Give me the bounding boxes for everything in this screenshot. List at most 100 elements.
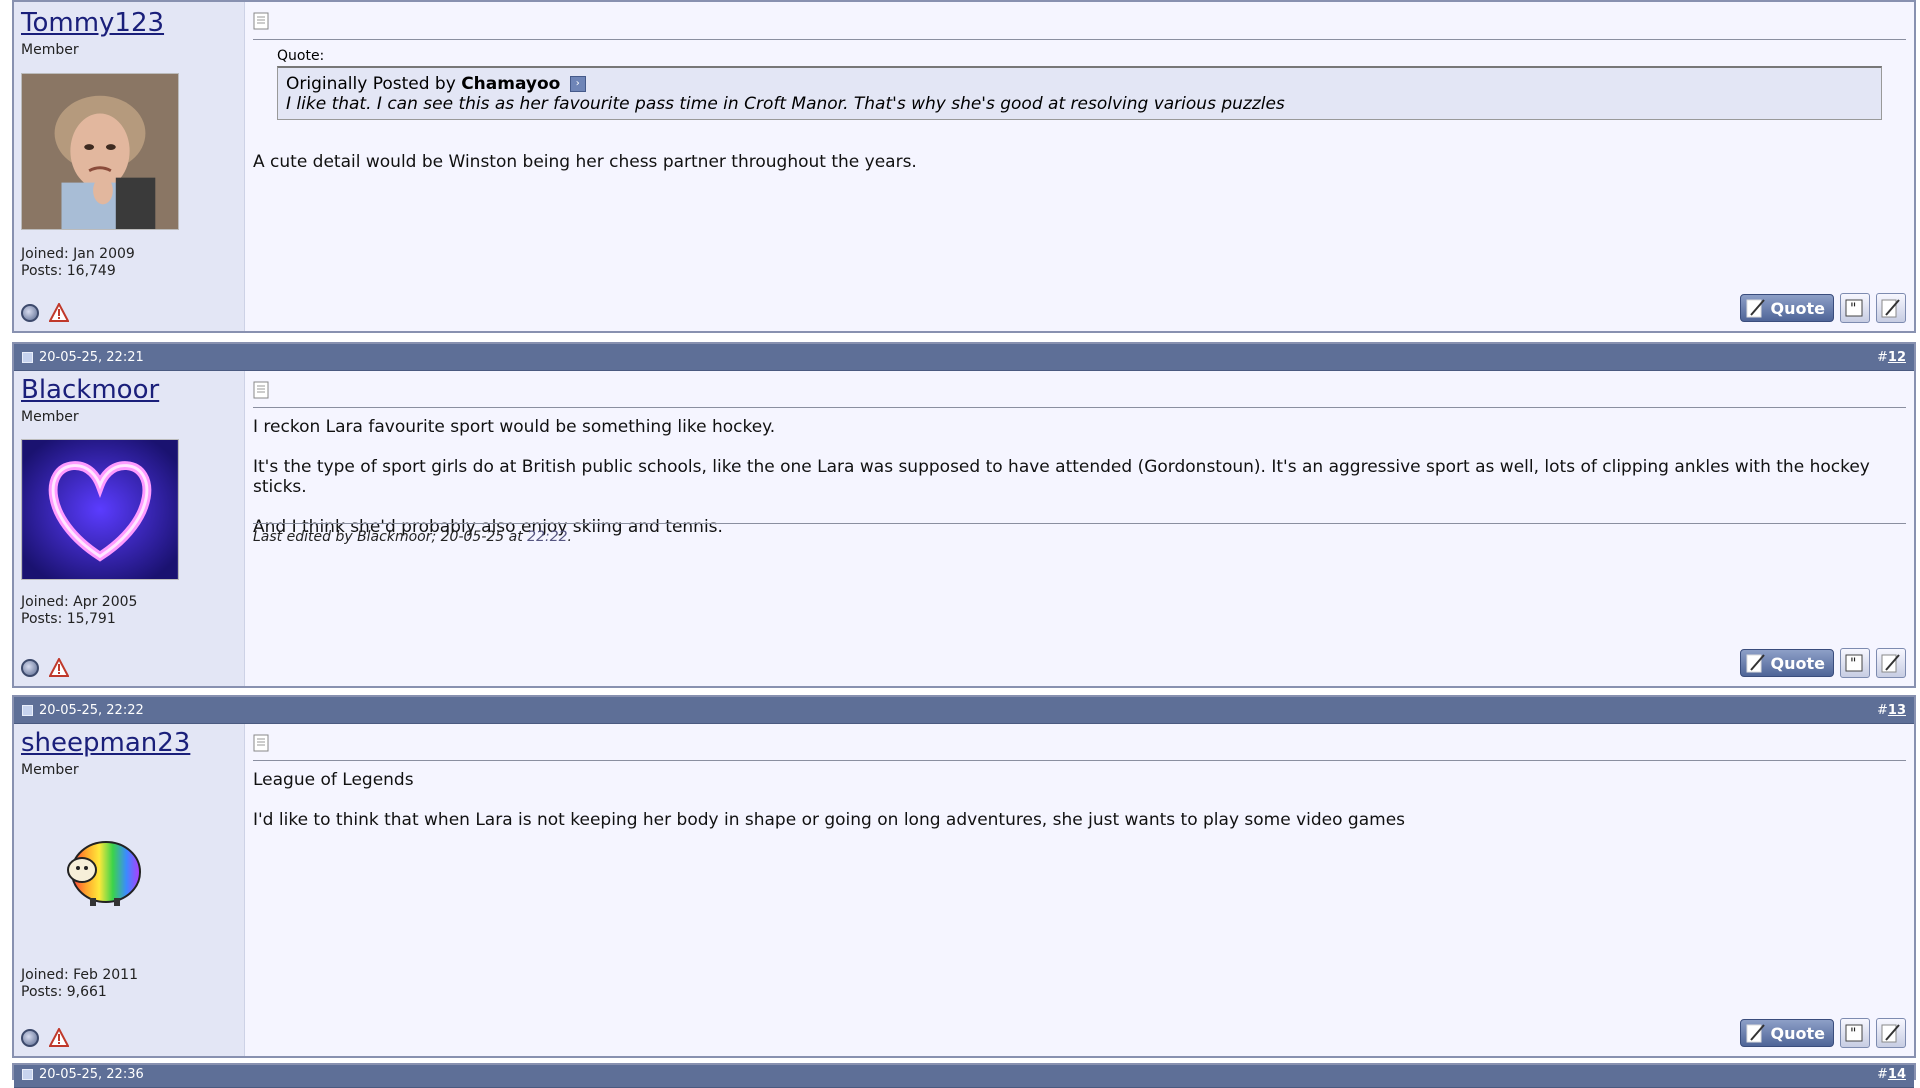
- username-link[interactable]: Tommy123: [21, 8, 164, 38]
- report-post-icon[interactable]: [49, 303, 69, 323]
- online-status-icon: [21, 304, 39, 322]
- quote-icon: [1746, 1024, 1765, 1043]
- user-stats: Joined: Feb 2011 Posts: 9,661: [21, 967, 138, 1001]
- quote-icon: [1746, 654, 1765, 673]
- post-14: 20-05-25, 22:36 #14: [12, 1063, 1916, 1088]
- multi-quote-icon: ": [1845, 299, 1863, 317]
- quote-button[interactable]: Quote: [1739, 649, 1834, 677]
- username-link[interactable]: sheepman23: [21, 728, 190, 758]
- report-post-icon[interactable]: [49, 658, 69, 678]
- post-header: 20-05-25, 22:22 #13: [14, 697, 1914, 724]
- multi-quote-button[interactable]: ": [1840, 293, 1870, 323]
- paragraph: League of Legends: [253, 770, 414, 790]
- quote-button[interactable]: Quote: [1739, 294, 1834, 322]
- message-column: I reckon Lara favourite sport would be s…: [245, 371, 1914, 686]
- quick-reply-button[interactable]: [1876, 1018, 1906, 1048]
- online-status-icon: [21, 659, 39, 677]
- message-column: League of Legends I'd like to think that…: [245, 724, 1914, 1056]
- avatar[interactable]: [21, 73, 179, 230]
- user-role: Member: [21, 42, 79, 58]
- user-icons: [21, 303, 69, 323]
- quote-origin-prefix: Originally Posted by: [286, 74, 456, 94]
- quote-block: Originally Posted by Chamayoo › I like t…: [277, 66, 1882, 120]
- quote-author: Chamayoo: [461, 74, 561, 94]
- avatar[interactable]: [21, 439, 179, 580]
- quote-button-label: Quote: [1770, 1023, 1825, 1043]
- multi-quote-button[interactable]: ": [1840, 648, 1870, 678]
- post-number-link[interactable]: 13: [1888, 703, 1906, 718]
- message-text: A cute detail would be Winston being her…: [253, 152, 1906, 192]
- title-separator: [253, 407, 1906, 408]
- user-stats: Joined: Apr 2005 Posts: 15,791: [21, 594, 137, 628]
- user-role: Member: [21, 762, 79, 778]
- post-header: 20-05-25, 22:36 #14: [14, 1065, 1914, 1088]
- post-count: Posts: 15,791: [21, 611, 116, 627]
- post-number: #12: [1877, 350, 1906, 365]
- edited-prefix: Last edited by Blackmoor; 20-05-25 at: [253, 529, 523, 545]
- quote-text: I like that. I can see this as her favou…: [286, 94, 1285, 114]
- document-icon: [253, 381, 269, 399]
- user-info: Tommy123 Member Joined: Jan 2009 Posts: …: [14, 2, 245, 331]
- post-date: 20-05-25, 22:21: [22, 350, 144, 365]
- post-count: Posts: 16,749: [21, 263, 116, 279]
- post-number: #13: [1877, 703, 1906, 718]
- paragraph: It's the type of sport girls do at Briti…: [253, 457, 1870, 497]
- post-13: 20-05-25, 22:22 #13 sheepman23 Member Jo…: [12, 695, 1916, 1058]
- last-edited-note: Last edited by Blackmoor; 20-05-25 at 22…: [253, 529, 572, 545]
- post-controls: Quote ": [1739, 293, 1906, 323]
- message-text: League of Legends I'd like to think that…: [253, 770, 1906, 850]
- post-controls: Quote ": [1739, 1018, 1906, 1048]
- quick-reply-icon: [1881, 654, 1900, 673]
- post-header: 20-05-25, 22:21 #12: [14, 344, 1914, 371]
- quick-reply-icon: [1881, 1024, 1900, 1043]
- user-stats: Joined: Jan 2009 Posts: 16,749: [21, 246, 135, 280]
- post-number-prefix: #: [1877, 350, 1888, 365]
- quote-button[interactable]: Quote: [1739, 1019, 1834, 1047]
- multi-quote-icon: ": [1845, 1024, 1863, 1042]
- quote-icon: [1746, 299, 1765, 318]
- quote-label: Quote:: [277, 48, 325, 64]
- avatar[interactable]: [64, 836, 142, 908]
- post-number-link[interactable]: 12: [1888, 350, 1906, 365]
- svg-text:": ": [1850, 301, 1856, 317]
- user-info: sheepman23 Member Joined: Feb 2011 Posts…: [14, 724, 245, 1056]
- quick-reply-button[interactable]: [1876, 648, 1906, 678]
- post-11: Tommy123 Member Joined: Jan 2009 Posts: …: [12, 0, 1916, 333]
- quick-reply-button[interactable]: [1876, 293, 1906, 323]
- post-number-prefix: #: [1877, 703, 1888, 718]
- quick-reply-icon: [1881, 299, 1900, 318]
- post-controls: Quote ": [1739, 648, 1906, 678]
- report-post-icon[interactable]: [49, 1028, 69, 1048]
- post-body: Tommy123 Member Joined: Jan 2009 Posts: …: [14, 2, 1914, 331]
- post-count: Posts: 9,661: [21, 984, 107, 1000]
- user-role: Member: [21, 409, 79, 425]
- edit-separator: [253, 523, 1906, 524]
- quote-button-label: Quote: [1770, 653, 1825, 673]
- joined-date: Joined: Feb 2011: [21, 967, 138, 983]
- username-link[interactable]: Blackmoor: [21, 375, 159, 405]
- multi-quote-button[interactable]: ": [1840, 1018, 1870, 1048]
- post-date-text: 20-05-25, 22:22: [39, 703, 144, 718]
- post-date-text: 20-05-25, 22:21: [39, 350, 144, 365]
- user-icons: [21, 1028, 69, 1048]
- multi-quote-icon: ": [1845, 654, 1863, 672]
- post-12: 20-05-25, 22:21 #12 Blackmoor Member Joi…: [12, 342, 1916, 688]
- document-icon: [253, 734, 269, 752]
- view-post-icon[interactable]: ›: [569, 76, 586, 92]
- online-status-icon: [21, 1029, 39, 1047]
- quote-button-label: Quote: [1770, 298, 1825, 318]
- message-column: Quote: Originally Posted by Chamayoo › I…: [245, 2, 1914, 331]
- document-icon: [253, 12, 269, 30]
- paragraph: I reckon Lara favourite sport would be s…: [253, 417, 776, 437]
- joined-date: Joined: Apr 2005: [21, 594, 138, 610]
- edited-time: 22:22: [527, 529, 568, 545]
- post-body: sheepman23 Member Joined: Feb 2011 Posts…: [14, 724, 1914, 1056]
- post-icon: [22, 352, 33, 363]
- joined-date: Joined: Jan 2009: [21, 246, 135, 262]
- post-date: 20-05-25, 22:22: [22, 703, 144, 718]
- post-icon: [22, 1069, 33, 1080]
- title-separator: [253, 39, 1906, 40]
- title-separator: [253, 760, 1906, 761]
- edited-suffix: .: [567, 529, 572, 545]
- post-icon: [22, 705, 33, 716]
